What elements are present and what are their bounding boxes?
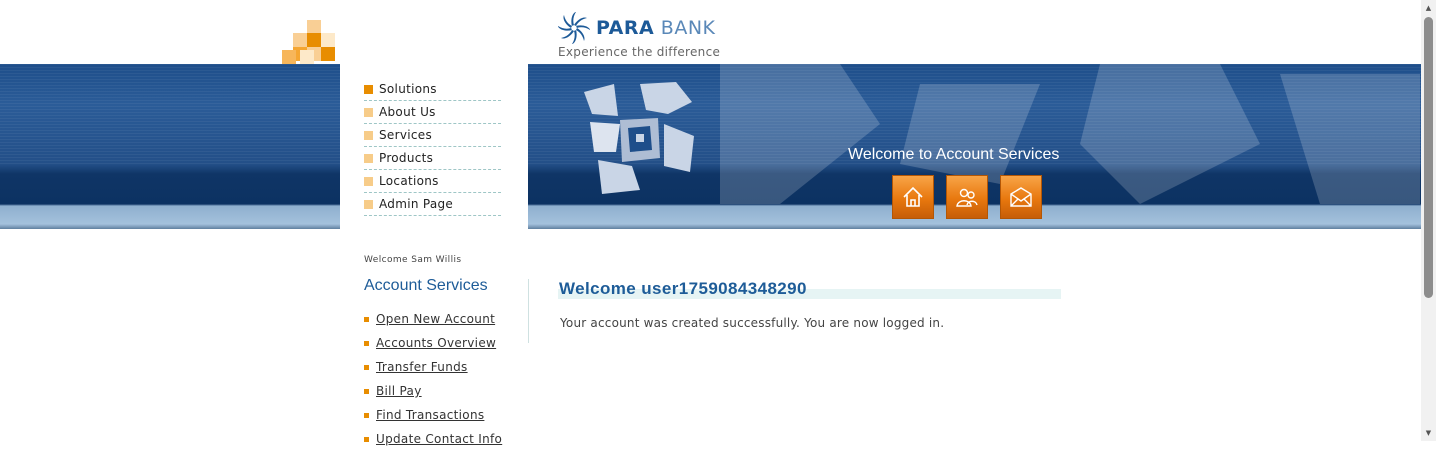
bullet-square <box>364 107 373 117</box>
scroll-up-arrow-icon[interactable]: ▲ <box>1421 0 1436 15</box>
bullet-square <box>364 316 369 322</box>
bill-pay-link[interactable]: Bill Pay <box>376 384 422 398</box>
parabank-logo[interactable]: PARA BANK <box>558 12 716 44</box>
menu-item-label: Admin Page <box>379 197 454 211</box>
bullet-square <box>364 176 373 186</box>
contact-icon <box>956 188 978 207</box>
menu-item-products[interactable]: Products <box>364 147 501 170</box>
success-message: Your account was created successfully. Y… <box>560 316 945 330</box>
transfer-funds-link[interactable]: Transfer Funds <box>376 360 468 374</box>
bullet-square <box>364 412 369 418</box>
menu-item-label: Products <box>379 151 434 165</box>
home-button[interactable] <box>892 175 934 219</box>
menu-item-locations[interactable]: Locations <box>364 170 501 193</box>
menu-item-label: Locations <box>379 174 439 188</box>
bullet-square <box>364 84 373 94</box>
open-new-account-link[interactable]: Open New Account <box>376 312 495 326</box>
find-transactions-link[interactable]: Find Transactions <box>376 408 484 422</box>
scroll-down-arrow-icon[interactable]: ▼ <box>1421 425 1436 440</box>
update-contact-info-link[interactable]: Update Contact Info <box>376 432 502 446</box>
accounts-overview-link[interactable]: Accounts Overview <box>376 336 496 350</box>
account-services-title: Account Services <box>364 277 488 294</box>
content-divider <box>528 279 529 343</box>
banner-welcome-text: Welcome to Account Services <box>848 146 1060 163</box>
band-arrows-decoration <box>720 64 1420 204</box>
tiles-decoration <box>282 20 342 64</box>
list-item: Accounts Overview <box>364 331 502 355</box>
page-title: Welcome user1759084348290 <box>559 279 807 298</box>
menu-item-services[interactable]: Services <box>364 124 501 147</box>
mail-icon <box>1010 187 1032 207</box>
menu-item-label: Solutions <box>379 82 437 96</box>
bullet-square <box>364 130 373 140</box>
menu-item-about-us[interactable]: About Us <box>364 101 501 124</box>
account-services-links: Open New Account Accounts Overview Trans… <box>364 307 502 451</box>
tagline: Experience the difference <box>558 45 721 59</box>
bullet-square <box>364 153 373 163</box>
contact-button[interactable] <box>1000 175 1042 219</box>
menu-item-label: About Us <box>379 105 436 119</box>
bullet-square <box>364 340 369 346</box>
header-band <box>0 64 1421 229</box>
user-welcome: Welcome Sam Willis <box>364 255 462 265</box>
list-item: Transfer Funds <box>364 355 502 379</box>
bullet-square <box>364 199 373 209</box>
banner-logo-art <box>584 82 694 194</box>
logo-text: PARA BANK <box>596 17 716 39</box>
top-menu: Solutions About Us Services Products Loc… <box>364 78 501 216</box>
bullet-square <box>364 364 369 370</box>
list-item: Update Contact Info <box>364 427 502 451</box>
bullet-square <box>364 388 369 394</box>
menu-item-solutions[interactable]: Solutions <box>364 78 501 101</box>
menu-item-label: Services <box>379 128 433 142</box>
list-item: Open New Account <box>364 307 502 331</box>
parabank-logo-icon <box>558 12 590 44</box>
home-icon <box>903 186 923 207</box>
list-item: Bill Pay <box>364 379 502 403</box>
logo-text-bank: BANK <box>660 17 716 39</box>
scrollbar[interactable]: ▲ ▼ <box>1421 0 1436 441</box>
menu-item-admin-page[interactable]: Admin Page <box>364 193 501 216</box>
logo-text-para: PARA <box>596 17 655 39</box>
list-item: Find Transactions <box>364 403 502 427</box>
about-button[interactable] <box>946 175 988 219</box>
scrollbar-thumb[interactable] <box>1424 17 1433 298</box>
